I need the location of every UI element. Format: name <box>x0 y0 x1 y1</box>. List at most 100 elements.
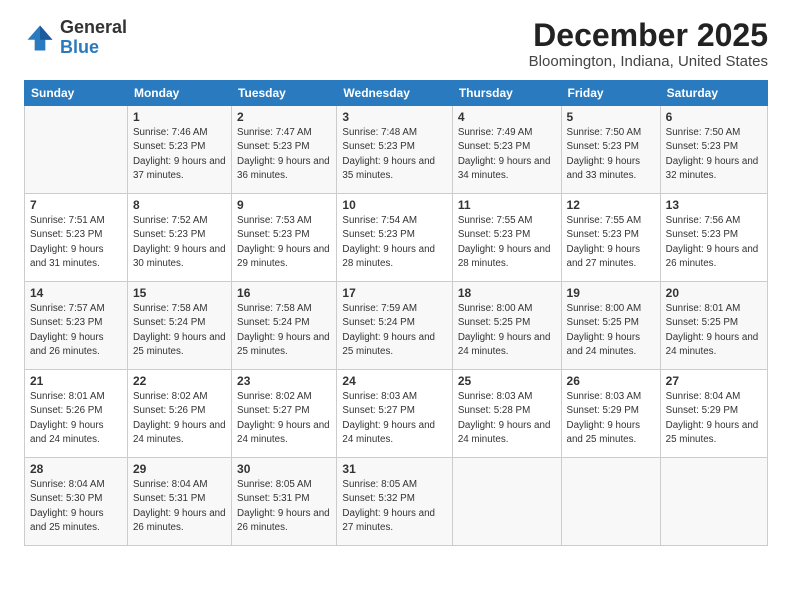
day-number: 2 <box>237 110 331 124</box>
calendar-cell: 17Sunrise: 7:59 AMSunset: 5:24 PMDayligh… <box>337 282 452 370</box>
day-number: 25 <box>458 374 556 388</box>
calendar-cell: 3 Sunrise: 7:48 AMSunset: 5:23 PMDaylight… <box>337 106 452 194</box>
calendar-cell <box>561 458 660 546</box>
day-number: 27 <box>666 374 762 388</box>
day-info: Sunrise: 7:57 AMSunset: 5:23 PMDaylight:… <box>30 303 105 357</box>
day-number: 7 <box>30 198 122 212</box>
calendar-cell: 21 Sunrise: 8:01 AMSunset: 5:26 PMDayligh… <box>25 370 128 458</box>
day-number: 26 <box>567 374 655 388</box>
day-number: 17 <box>342 286 446 300</box>
day-number: 18 <box>458 286 556 300</box>
day-number: 31 <box>342 462 446 476</box>
calendar-cell: 16 Sunrise: 7:58 AMSunset: 5:24 PMDayligh… <box>232 282 337 370</box>
calendar-cell: 23 Sunrise: 8:02 AMSunset: 5:27 PMDayligh… <box>232 370 337 458</box>
day-number: 1 <box>133 110 226 124</box>
logo-icon <box>24 22 56 54</box>
day-info: Sunrise: 7:52 AMSunset: 5:23 PMDaylight:… <box>133 215 226 269</box>
calendar-table: Sunday Monday Tuesday Wednesday Thursday… <box>24 80 768 546</box>
calendar-cell <box>660 458 767 546</box>
day-number: 11 <box>458 198 556 212</box>
col-wednesday: Wednesday <box>337 81 452 106</box>
day-info: Sunrise: 8:01 AMSunset: 5:26 PMDaylight:… <box>30 391 105 445</box>
logo-general: General <box>60 17 127 37</box>
day-info: Sunrise: 7:50 AMSunset: 5:23 PMDaylight:… <box>666 127 759 181</box>
calendar-cell: 19Sunrise: 8:00 AMSunset: 5:25 PMDayligh… <box>561 282 660 370</box>
day-info: Sunrise: 7:50 AMSunset: 5:23 PMDaylight:… <box>567 127 642 181</box>
day-number: 10 <box>342 198 446 212</box>
day-info: Sunrise: 7:58 AMSunset: 5:24 PMDaylight:… <box>237 303 330 357</box>
day-info: Sunrise: 8:03 AMSunset: 5:29 PMDaylight:… <box>567 391 642 445</box>
calendar-cell: 10 Sunrise: 7:54 AMSunset: 5:23 PMDayligh… <box>337 194 452 282</box>
calendar-week-4: 21 Sunrise: 8:01 AMSunset: 5:26 PMDayligh… <box>25 370 768 458</box>
calendar-cell: 26 Sunrise: 8:03 AMSunset: 5:29 PMDayligh… <box>561 370 660 458</box>
day-number: 20 <box>666 286 762 300</box>
day-number: 12 <box>567 198 655 212</box>
page-container: General Blue December 2025 Bloomington, … <box>0 0 792 558</box>
day-number: 4 <box>458 110 556 124</box>
calendar-week-2: 7Sunrise: 7:51 AMSunset: 5:23 PMDaylight… <box>25 194 768 282</box>
day-number: 23 <box>237 374 331 388</box>
day-number: 13 <box>666 198 762 212</box>
calendar-week-3: 14 Sunrise: 7:57 AMSunset: 5:23 PMDayligh… <box>25 282 768 370</box>
calendar-cell: 7Sunrise: 7:51 AMSunset: 5:23 PMDaylight… <box>25 194 128 282</box>
calendar-cell: 27Sunrise: 8:04 AMSunset: 5:29 PMDayligh… <box>660 370 767 458</box>
calendar-cell: 24 Sunrise: 8:03 AMSunset: 5:27 PMDayligh… <box>337 370 452 458</box>
day-info: Sunrise: 8:05 AMSunset: 5:32 PMDaylight:… <box>342 479 435 533</box>
day-info: Sunrise: 7:48 AMSunset: 5:23 PMDaylight:… <box>342 127 435 181</box>
logo-blue: Blue <box>60 37 99 57</box>
calendar-cell: 8 Sunrise: 7:52 AMSunset: 5:23 PMDaylight… <box>127 194 231 282</box>
day-number: 29 <box>133 462 226 476</box>
day-number: 24 <box>342 374 446 388</box>
calendar-cell: 28Sunrise: 8:04 AMSunset: 5:30 PMDayligh… <box>25 458 128 546</box>
logo-text: General Blue <box>60 18 127 58</box>
day-info: Sunrise: 7:55 AMSunset: 5:23 PMDaylight:… <box>458 215 551 269</box>
calendar-cell: 30Sunrise: 8:05 AMSunset: 5:31 PMDayligh… <box>232 458 337 546</box>
calendar-cell: 25 Sunrise: 8:03 AMSunset: 5:28 PMDayligh… <box>452 370 561 458</box>
day-number: 8 <box>133 198 226 212</box>
day-number: 9 <box>237 198 331 212</box>
day-info: Sunrise: 8:02 AMSunset: 5:26 PMDaylight:… <box>133 391 226 445</box>
calendar-cell <box>25 106 128 194</box>
col-friday: Friday <box>561 81 660 106</box>
calendar-cell: 22 Sunrise: 8:02 AMSunset: 5:26 PMDayligh… <box>127 370 231 458</box>
page-subtitle: Bloomington, Indiana, United States <box>529 53 768 70</box>
calendar-cell: 20 Sunrise: 8:01 AMSunset: 5:25 PMDayligh… <box>660 282 767 370</box>
day-number: 16 <box>237 286 331 300</box>
calendar-cell: 29 Sunrise: 8:04 AMSunset: 5:31 PMDayligh… <box>127 458 231 546</box>
day-number: 3 <box>342 110 446 124</box>
calendar-cell: 6 Sunrise: 7:50 AMSunset: 5:23 PMDaylight… <box>660 106 767 194</box>
day-info: Sunrise: 8:02 AMSunset: 5:27 PMDaylight:… <box>237 391 330 445</box>
calendar-cell: 13Sunrise: 7:56 AMSunset: 5:23 PMDayligh… <box>660 194 767 282</box>
day-number: 15 <box>133 286 226 300</box>
day-info: Sunrise: 8:04 AMSunset: 5:31 PMDaylight:… <box>133 479 226 533</box>
calendar-week-1: 1 Sunrise: 7:46 AMSunset: 5:23 PMDaylight… <box>25 106 768 194</box>
day-info: Sunrise: 7:55 AMSunset: 5:23 PMDaylight:… <box>567 215 642 269</box>
day-info: Sunrise: 7:53 AMSunset: 5:23 PMDaylight:… <box>237 215 330 269</box>
calendar-cell: 12 Sunrise: 7:55 AMSunset: 5:23 PMDayligh… <box>561 194 660 282</box>
calendar-cell: 11 Sunrise: 7:55 AMSunset: 5:23 PMDayligh… <box>452 194 561 282</box>
day-info: Sunrise: 7:47 AMSunset: 5:23 PMDaylight:… <box>237 127 330 181</box>
day-info: Sunrise: 8:05 AMSunset: 5:31 PMDaylight:… <box>237 479 330 533</box>
calendar-cell: 14 Sunrise: 7:57 AMSunset: 5:23 PMDayligh… <box>25 282 128 370</box>
col-tuesday: Tuesday <box>232 81 337 106</box>
day-info: Sunrise: 7:58 AMSunset: 5:24 PMDaylight:… <box>133 303 226 357</box>
day-number: 22 <box>133 374 226 388</box>
day-info: Sunrise: 8:01 AMSunset: 5:25 PMDaylight:… <box>666 303 759 357</box>
day-number: 21 <box>30 374 122 388</box>
calendar-header-row: Sunday Monday Tuesday Wednesday Thursday… <box>25 81 768 106</box>
day-info: Sunrise: 8:03 AMSunset: 5:27 PMDaylight:… <box>342 391 435 445</box>
day-info: Sunrise: 8:00 AMSunset: 5:25 PMDaylight:… <box>567 303 642 357</box>
day-info: Sunrise: 8:03 AMSunset: 5:28 PMDaylight:… <box>458 391 551 445</box>
calendar-cell: 1 Sunrise: 7:46 AMSunset: 5:23 PMDaylight… <box>127 106 231 194</box>
calendar-week-5: 28Sunrise: 8:04 AMSunset: 5:30 PMDayligh… <box>25 458 768 546</box>
day-number: 6 <box>666 110 762 124</box>
calendar-cell: 5Sunrise: 7:50 AMSunset: 5:23 PMDaylight… <box>561 106 660 194</box>
page-title: December 2025 <box>529 18 768 53</box>
calendar-cell <box>452 458 561 546</box>
col-monday: Monday <box>127 81 231 106</box>
calendar-cell: 31 Sunrise: 8:05 AMSunset: 5:32 PMDayligh… <box>337 458 452 546</box>
logo: General Blue <box>24 18 127 58</box>
day-info: Sunrise: 7:54 AMSunset: 5:23 PMDaylight:… <box>342 215 435 269</box>
day-number: 14 <box>30 286 122 300</box>
day-info: Sunrise: 7:46 AMSunset: 5:23 PMDaylight:… <box>133 127 226 181</box>
